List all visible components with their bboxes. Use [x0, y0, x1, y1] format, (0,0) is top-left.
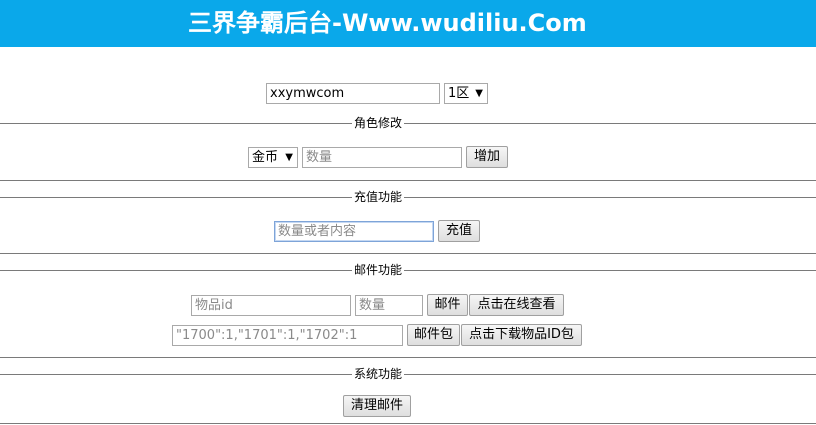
currency-select-value: 金币 [252, 150, 279, 165]
view-online-button[interactable]: 点击在线查看 [469, 294, 564, 316]
chevron-down-icon: ▼ [475, 88, 483, 99]
recharge-legend: 充值功能 [352, 190, 405, 204]
mail-package-button[interactable]: 邮件包 [407, 324, 460, 346]
chevron-down-icon: ▼ [285, 152, 293, 163]
item-id-input[interactable]: 物品id [191, 295, 351, 316]
divider [0, 180, 816, 181]
zone-select-value: 1区 [448, 86, 470, 101]
currency-select[interactable]: 金币 ▼ [248, 147, 298, 168]
add-button[interactable]: 增加 [466, 146, 508, 168]
clear-mail-button[interactable]: 清理邮件 [343, 395, 411, 417]
fieldset-border [0, 270, 816, 271]
divider [0, 423, 816, 424]
recharge-button[interactable]: 充值 [438, 220, 480, 242]
system-legend: 系统功能 [352, 367, 405, 381]
username-input[interactable]: xxymwcom [266, 83, 440, 104]
download-item-ids-button[interactable]: 点击下载物品ID包 [461, 324, 582, 346]
zone-select[interactable]: 1区 ▼ [444, 83, 488, 104]
fieldset-border [0, 374, 816, 375]
page-title: 三界争霸后台-Www.wudiliu.Com [188, 9, 587, 37]
mail-button[interactable]: 邮件 [427, 294, 468, 316]
divider [0, 123, 816, 124]
divider [0, 253, 816, 254]
mail-package-input[interactable]: "1700":1,"1701":1,"1702":1 [172, 325, 403, 346]
mail-legend: 邮件功能 [352, 263, 405, 277]
fieldset-border [0, 197, 816, 198]
mail-quantity-input[interactable]: 数量 [355, 295, 423, 316]
recharge-input[interactable]: 数量或者内容 [274, 221, 434, 242]
role-legend: 角色修改 [352, 116, 405, 130]
divider [0, 357, 816, 358]
role-amount-input[interactable]: 数量 [302, 147, 462, 168]
header-bar: 三界争霸后台-Www.wudiliu.Com [0, 0, 816, 47]
